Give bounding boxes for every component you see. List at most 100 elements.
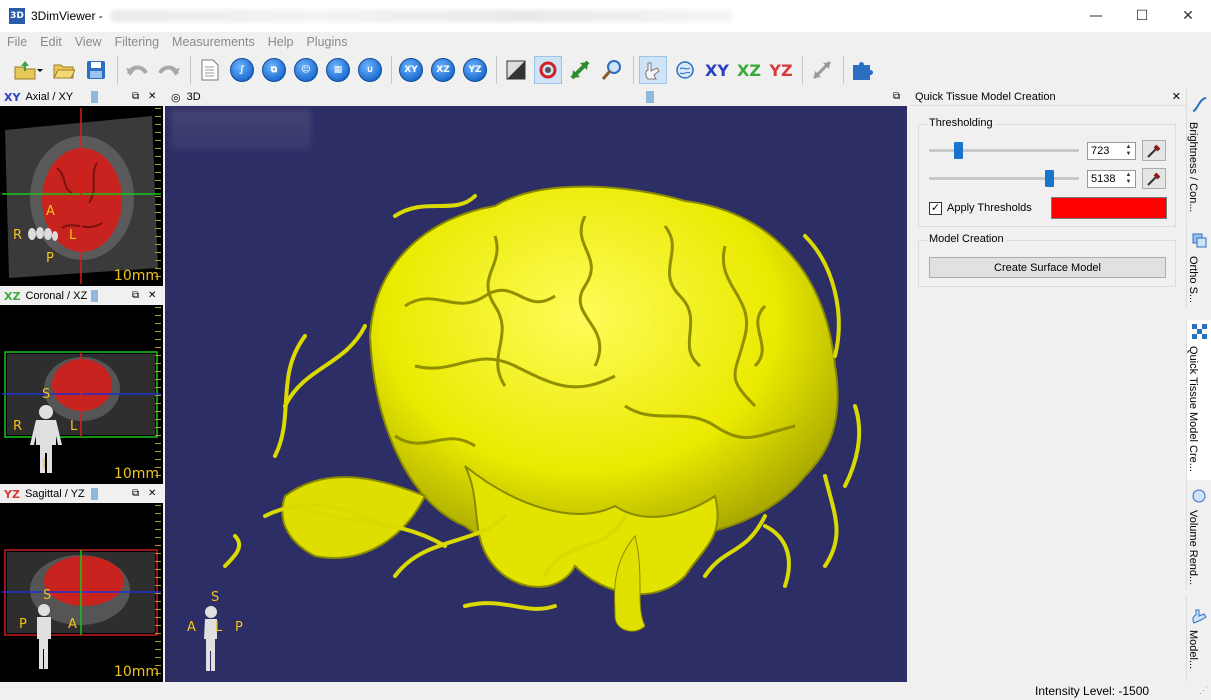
intensity-level: Intensity Level: -1500: [1035, 684, 1150, 698]
window-title: 3DimViewer -: [31, 9, 103, 23]
scale-label: 10mm: [113, 268, 159, 284]
high-threshold-track[interactable]: [929, 177, 1079, 180]
toolbar-separator: [117, 56, 118, 84]
magnifier-icon: [601, 60, 621, 80]
undock-icon[interactable]: ⧉: [893, 91, 900, 102]
menu-file[interactable]: File: [7, 35, 27, 49]
undo-button[interactable]: [123, 56, 151, 84]
menu-view[interactable]: View: [75, 35, 102, 49]
zoom-button[interactable]: [598, 56, 626, 84]
thresholding-group: Thresholding 723 ▲ ▼ 5138 ▲ ▼ ✓ Apply Thre…: [918, 117, 1176, 227]
scale-ruler: [155, 505, 161, 680]
sagittal-view[interactable]: YZ Sagittal / YZ ⧉ ✕ S P A 10mm: [0, 485, 163, 682]
eyedropper-icon: [1147, 144, 1161, 158]
xz-slice-button[interactable]: XZ: [429, 56, 457, 84]
orient-right: L: [69, 228, 77, 243]
open-folder-button[interactable]: [50, 56, 78, 84]
redo-button[interactable]: [155, 56, 183, 84]
spin-arrows-icon[interactable]: ▲ ▼: [1123, 172, 1134, 186]
spin-arrows-icon[interactable]: ▲ ▼: [1123, 144, 1134, 158]
coronal-slice-image: [2, 351, 161, 473]
menu-measurements[interactable]: Measurements: [172, 35, 255, 49]
pan-button[interactable]: [566, 56, 594, 84]
contrast-icon: [506, 60, 526, 80]
segment-tool-button[interactable]: ∪: [356, 56, 384, 84]
high-threshold-value: 5138: [1091, 173, 1116, 185]
sagittal-canvas[interactable]: S P A 10mm: [2, 505, 161, 680]
xz-plane-button[interactable]: XZ: [735, 56, 763, 84]
xy-plane-button[interactable]: XY: [703, 56, 731, 84]
undock-icon[interactable]: ⧉: [132, 290, 139, 301]
volume-head-icon: [1192, 489, 1206, 503]
yz-slice-button[interactable]: YZ: [461, 56, 489, 84]
menu-help[interactable]: Help: [268, 35, 294, 49]
toolbar-separator: [633, 56, 634, 84]
menu-plugins[interactable]: Plugins: [306, 35, 347, 49]
tab-models[interactable]: Model...: [1186, 596, 1211, 682]
close-icon[interactable]: ✕: [148, 91, 156, 102]
coronal-canvas[interactable]: S R L I 10mm: [2, 307, 161, 482]
document-button[interactable]: [196, 56, 224, 84]
apply-thresholds-label: Apply Thresholds: [947, 202, 1032, 214]
sagittal-slice-scrollbar[interactable]: [91, 488, 98, 500]
checker-tool-button[interactable]: ▦: [324, 56, 352, 84]
thresholding-title: Thresholding: [927, 117, 995, 129]
coronal-slice-scrollbar[interactable]: [91, 290, 98, 302]
threshold-color-button[interactable]: [1051, 197, 1167, 219]
curve-tool-button[interactable]: ∫: [228, 56, 256, 84]
menu-filtering[interactable]: Filtering: [115, 35, 159, 49]
3d-view[interactable]: ◎ 3D ⧉ S A L P: [165, 88, 907, 682]
plugin-button[interactable]: [849, 56, 877, 84]
resize-grip-icon[interactable]: ⋰: [1199, 685, 1208, 696]
rotate-button[interactable]: [534, 56, 562, 84]
low-pick-button[interactable]: [1142, 140, 1166, 161]
tab-brightness-contrast[interactable]: Brightness / Con...: [1186, 88, 1211, 218]
3d-view-scrollbar[interactable]: [646, 91, 654, 103]
orient-left: R: [13, 419, 23, 434]
high-threshold-spinbox[interactable]: 5138 ▲ ▼: [1087, 170, 1136, 188]
low-threshold-spinbox[interactable]: 723 ▲ ▼: [1087, 142, 1136, 160]
contrast-button[interactable]: [502, 56, 530, 84]
head-icon: ☺: [294, 58, 318, 82]
undock-icon[interactable]: ⧉: [132, 91, 139, 102]
axial-view-title: Axial / XY: [25, 91, 74, 103]
fullscreen-button[interactable]: [808, 56, 836, 84]
open-dropdown-button[interactable]: [10, 56, 46, 84]
axial-slice-scrollbar[interactable]: [91, 91, 98, 103]
save-icon: [87, 61, 105, 79]
minimize-button[interactable]: —: [1073, 0, 1119, 32]
undock-icon[interactable]: ⧉: [132, 488, 139, 499]
hand-tool-button[interactable]: [639, 56, 667, 84]
xy-slice-button[interactable]: XY: [397, 56, 425, 84]
yz-plane-button[interactable]: YZ: [767, 56, 795, 84]
low-threshold-slider[interactable]: [953, 142, 963, 159]
tab-volume-rendering[interactable]: Volume Rend...: [1186, 480, 1211, 590]
apply-thresholds-checkbox[interactable]: ✓: [929, 202, 942, 215]
close-icon[interactable]: ✕: [1172, 90, 1181, 103]
axial-canvas[interactable]: A R L P 10mm: [2, 108, 161, 284]
low-threshold-track[interactable]: [929, 149, 1079, 152]
tab-label: Ortho S...: [1187, 256, 1199, 304]
menu-edit[interactable]: Edit: [40, 35, 62, 49]
orient-top: S: [211, 590, 220, 605]
close-icon[interactable]: ✕: [148, 290, 156, 301]
axial-view[interactable]: XY Axial / XY ⧉ ✕ A R L P 10mm: [0, 88, 163, 286]
axial-slice-image: [2, 108, 161, 284]
document-icon: [201, 59, 219, 81]
high-threshold-slider[interactable]: [1045, 170, 1054, 187]
coronal-view[interactable]: XZ Coronal / XZ ⧉ ✕ S R L I 10mm: [0, 287, 163, 484]
maximize-button[interactable]: ☐: [1119, 0, 1165, 32]
close-button[interactable]: ✕: [1165, 0, 1211, 32]
close-icon[interactable]: ✕: [148, 488, 156, 499]
brain-view-button[interactable]: [671, 56, 699, 84]
puzzle-icon: [853, 62, 873, 80]
open-data-icon: [14, 61, 43, 80]
tab-ortho-slices[interactable]: Ortho S...: [1186, 220, 1211, 308]
tissue-tool-button[interactable]: ⧉: [260, 56, 288, 84]
orient-top: S: [43, 588, 52, 603]
tab-quick-tissue[interactable]: Quick Tissue Model Cre...: [1186, 320, 1211, 480]
head-tool-button[interactable]: ☺: [292, 56, 320, 84]
high-pick-button[interactable]: [1142, 168, 1166, 189]
create-surface-model-button[interactable]: Create Surface Model: [929, 257, 1166, 278]
save-button[interactable]: [82, 56, 110, 84]
